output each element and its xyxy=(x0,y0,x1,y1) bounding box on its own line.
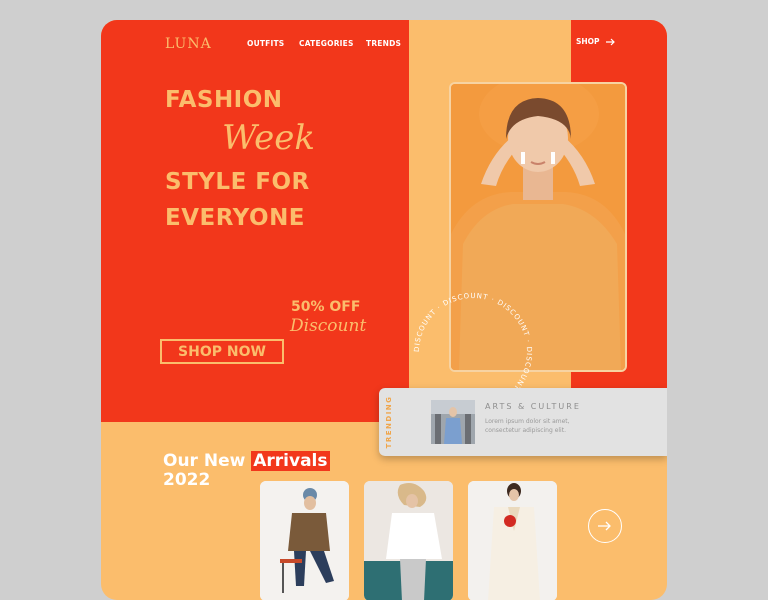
nav-shop[interactable]: SHOP xyxy=(576,37,616,46)
arrow-right-icon xyxy=(605,38,615,45)
shop-now-button[interactable]: SHOP NOW xyxy=(160,339,284,364)
logo[interactable]: LUNA xyxy=(165,36,212,52)
nav-shop-label: SHOP xyxy=(576,37,600,46)
arrow-right-icon xyxy=(598,521,611,531)
trending-description: Lorem ipsum dolor sit amet, consectetur … xyxy=(485,418,570,434)
hero-script-word: Week xyxy=(222,118,316,158)
landing-card: LUNA OUTFITS CATEGORIES TRENDS SHOP FASH… xyxy=(101,20,667,600)
svg-text:DISCOUNT · DISCOUNT · DISCOUNT: DISCOUNT · DISCOUNT · DISCOUNT · DISCOUN… xyxy=(413,292,533,397)
arrival-product-3[interactable] xyxy=(468,481,557,600)
discount-percent: 50% OFF xyxy=(291,299,361,315)
trending-thumbnail xyxy=(431,400,475,444)
arrivals-prefix: Our New xyxy=(163,451,252,471)
arrivals-highlight: Arrivals xyxy=(251,451,330,471)
arrivals-next-button[interactable] xyxy=(588,509,622,543)
arrivals-year: 2022 xyxy=(163,470,211,490)
arrival-product-2[interactable] xyxy=(364,481,453,600)
hero-title-line2: STYLE FOR xyxy=(165,169,310,195)
arrival-product-1[interactable] xyxy=(260,481,349,600)
trending-card[interactable]: TRENDING ARTS & CULTURE Lorem ipsum dolo… xyxy=(379,388,667,456)
hero-title-line3: EVERYONE xyxy=(165,205,306,231)
discount-script: Discount xyxy=(290,316,367,336)
hero-title-line1: FASHION xyxy=(165,87,283,113)
nav-outfits[interactable]: OUTFITS xyxy=(247,39,284,48)
trending-label: TRENDING xyxy=(385,395,393,449)
nav-trends[interactable]: TRENDS xyxy=(366,39,401,48)
trending-title: ARTS & CULTURE xyxy=(485,402,581,411)
nav-categories[interactable]: CATEGORIES xyxy=(299,39,354,48)
discount-ring-text: DISCOUNT · DISCOUNT · DISCOUNT · DISCOUN… xyxy=(413,292,532,397)
